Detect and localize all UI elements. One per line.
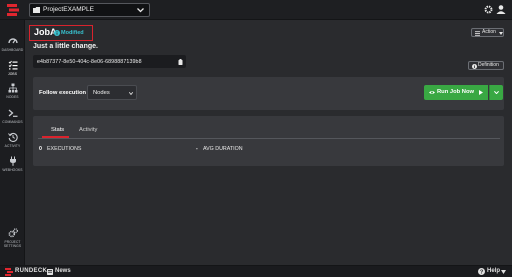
info-circle-icon xyxy=(472,63,477,69)
sidebar-item-dashboard[interactable]: Dashboard xyxy=(0,36,25,60)
user-icon[interactable] xyxy=(496,5,506,14)
avg-duration-label: AVG DURATION xyxy=(203,146,243,152)
follow-execution-label: Follow execution xyxy=(39,89,87,96)
executions-label: EXECUTIONS xyxy=(47,146,82,152)
chevron-down-icon xyxy=(137,8,144,13)
sidebar-item-commands[interactable]: Commands xyxy=(0,108,25,132)
executions-count: 0 xyxy=(39,146,42,152)
rundeck-logo-icon[interactable] xyxy=(6,4,20,16)
project-select[interactable]: ProjectEXAMPLE xyxy=(29,3,150,17)
chevron-down-icon xyxy=(129,92,133,95)
action-dropdown-button[interactable]: Action xyxy=(471,28,504,37)
dashboard-icon xyxy=(7,38,18,44)
sidebar-item-label: Activity xyxy=(4,144,21,148)
news-icon xyxy=(47,269,53,275)
run-options-dropdown-button[interactable] xyxy=(489,85,503,100)
job-uuid: e4b87377-8e50-404c-8e06-6898887139b8 xyxy=(37,58,142,65)
rundeck-logo-icon[interactable] xyxy=(5,268,13,276)
caret-down-icon[interactable] xyxy=(501,270,506,274)
sidebar-item-label: Settings xyxy=(3,244,22,248)
help-link[interactable]: Help xyxy=(487,266,500,277)
nodes-icon xyxy=(8,83,17,93)
job-description: Just a little change. xyxy=(33,43,98,50)
action-label: Action xyxy=(482,29,496,35)
tab-activity[interactable]: Activity xyxy=(79,127,97,133)
sidebar-item-label: Nodes xyxy=(6,95,19,99)
project-name: ProjectEXAMPLE xyxy=(43,6,94,13)
jobs-list-icon xyxy=(8,60,17,70)
follow-execution-value: Nodes xyxy=(93,89,110,96)
sidebar-item-label: Dashboard xyxy=(1,48,24,52)
help-icon: ? xyxy=(478,268,485,275)
folder-icon xyxy=(33,7,40,13)
sidebar-item-label: Webhooks xyxy=(2,168,23,172)
definition-button[interactable]: Definition xyxy=(468,61,504,70)
plug-icon xyxy=(9,156,16,166)
job-title-highlight: JobA Modified xyxy=(29,25,93,41)
terminal-icon xyxy=(8,109,17,117)
follow-execution-select[interactable]: Nodes xyxy=(87,85,137,100)
run-panel: Follow execution Nodes Run Job Now xyxy=(33,77,504,110)
modified-badge: Modified xyxy=(61,29,84,36)
list-icon xyxy=(475,30,480,36)
gears-icon xyxy=(7,228,18,238)
tab-stats[interactable]: Stats xyxy=(51,127,64,133)
sidebar-item-project-settings[interactable]: Project Settings xyxy=(0,228,25,258)
sidebar-item-webhooks[interactable]: Webhooks xyxy=(0,156,25,180)
news-link[interactable]: News xyxy=(55,266,71,277)
bottom-bar: RUNDECK News ? Help xyxy=(0,265,512,277)
stats-panel: Stats Activity 0 EXECUTIONS - AVG DURATI… xyxy=(33,116,504,166)
tab-divider xyxy=(38,138,500,139)
copy-icon[interactable] xyxy=(178,58,183,65)
sidebar-item-label: Commands xyxy=(2,120,23,124)
history-icon xyxy=(7,132,18,142)
sidebar-item-nodes[interactable]: Nodes xyxy=(0,83,25,107)
run-job-now-button[interactable]: Run Job Now xyxy=(424,85,488,100)
brand-name[interactable]: RUNDECK xyxy=(15,266,47,277)
info-circle-icon xyxy=(54,30,60,36)
sidebar-item-label: Jobs xyxy=(7,72,17,76)
caret-down-icon xyxy=(499,31,503,35)
chevron-down-icon xyxy=(494,91,499,94)
sidebar: Dashboard Jobs Nodes Commands xyxy=(0,20,25,265)
sidebar-item-activity[interactable]: Activity xyxy=(0,132,25,156)
definition-label: Definition xyxy=(478,62,499,68)
sidebar-item-jobs[interactable]: Jobs xyxy=(0,60,25,84)
play-icon xyxy=(479,89,483,95)
run-job-label: Run Job Now xyxy=(437,89,475,95)
gear-icon[interactable] xyxy=(484,5,493,14)
job-uuid-field: e4b87377-8e50-404c-8e06-6898887139b8 xyxy=(33,55,186,68)
eye-icon xyxy=(429,90,435,94)
top-bar: ProjectEXAMPLE xyxy=(0,0,512,20)
avg-duration-value: - xyxy=(196,146,198,152)
